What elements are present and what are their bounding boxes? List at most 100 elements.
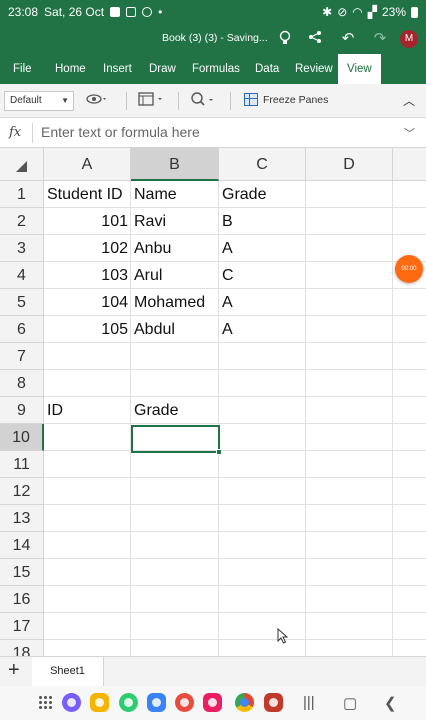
grid-cell[interactable] bbox=[219, 478, 306, 505]
grid-cell[interactable] bbox=[219, 370, 306, 397]
column-header-c[interactable]: C bbox=[219, 148, 306, 181]
cell-b3[interactable]: Anbu bbox=[131, 235, 219, 262]
grid-cell[interactable] bbox=[131, 613, 219, 640]
layout-icon[interactable] bbox=[138, 92, 166, 110]
grid-cell[interactable] bbox=[44, 532, 131, 559]
cell-b5[interactable]: Mohamed bbox=[131, 289, 219, 316]
sheet-tab-sheet1[interactable]: Sheet1 bbox=[32, 657, 104, 686]
row-header-18[interactable]: 18 bbox=[0, 640, 44, 656]
grid-cell[interactable] bbox=[393, 478, 426, 505]
cell-a1[interactable]: Student ID bbox=[44, 181, 131, 208]
eye-icon[interactable] bbox=[86, 92, 108, 110]
row-header-5[interactable]: 5 bbox=[0, 289, 44, 316]
grid-cell[interactable] bbox=[306, 289, 393, 316]
grid-cell[interactable] bbox=[306, 181, 393, 208]
grid-cell[interactable] bbox=[393, 370, 426, 397]
grid-cell[interactable] bbox=[393, 559, 426, 586]
grid-cell[interactable] bbox=[131, 640, 219, 656]
cell-a6[interactable]: 105 bbox=[44, 316, 131, 343]
grid-cell[interactable] bbox=[219, 451, 306, 478]
row-header-3[interactable]: 3 bbox=[0, 235, 44, 262]
folder-app-icon[interactable] bbox=[90, 693, 109, 712]
grid-cell[interactable] bbox=[306, 559, 393, 586]
grid-cell[interactable] bbox=[131, 532, 219, 559]
avatar[interactable]: M bbox=[400, 30, 418, 48]
grid-cell[interactable] bbox=[306, 370, 393, 397]
cell-b1[interactable]: Name bbox=[131, 181, 219, 208]
cell-a4[interactable]: 103 bbox=[44, 262, 131, 289]
grid-cell[interactable] bbox=[393, 640, 426, 656]
document-title[interactable]: Book (3) (3) - Saving... bbox=[162, 32, 268, 44]
grid-cell[interactable] bbox=[306, 235, 393, 262]
cell-c4[interactable]: C bbox=[219, 262, 306, 289]
row-header-13[interactable]: 13 bbox=[0, 505, 44, 532]
grid-cell[interactable] bbox=[44, 505, 131, 532]
grid-cell[interactable] bbox=[393, 289, 426, 316]
camera-app-icon[interactable] bbox=[203, 693, 222, 712]
column-header-a[interactable]: A bbox=[44, 148, 131, 181]
cell-c3[interactable]: A bbox=[219, 235, 306, 262]
grid-cell[interactable] bbox=[44, 370, 131, 397]
grid-cell[interactable] bbox=[306, 316, 393, 343]
grid-cell[interactable] bbox=[306, 451, 393, 478]
cell-b4[interactable]: Arul bbox=[131, 262, 219, 289]
column-header-e[interactable] bbox=[393, 148, 426, 181]
grid-cell[interactable] bbox=[306, 640, 393, 656]
tab-home[interactable]: Home bbox=[55, 54, 86, 84]
tab-formulas[interactable]: Formulas bbox=[192, 54, 240, 84]
cell-b9[interactable]: Grade bbox=[131, 397, 219, 424]
grid-cell[interactable] bbox=[44, 343, 131, 370]
app-icon[interactable] bbox=[62, 693, 81, 712]
cell-c6[interactable]: A bbox=[219, 316, 306, 343]
grid-cell[interactable] bbox=[219, 343, 306, 370]
lightbulb-icon[interactable] bbox=[276, 30, 294, 48]
selected-cell-b10[interactable] bbox=[131, 425, 222, 455]
tab-insert[interactable]: Insert bbox=[103, 54, 132, 84]
grid-cell[interactable] bbox=[306, 262, 393, 289]
grid-cell[interactable] bbox=[131, 370, 219, 397]
undo-icon[interactable]: ↶ bbox=[339, 30, 357, 48]
row-header-9[interactable]: 9 bbox=[0, 397, 44, 424]
grid-cell[interactable] bbox=[393, 451, 426, 478]
grid-cell[interactable] bbox=[44, 559, 131, 586]
grid-cell[interactable] bbox=[219, 505, 306, 532]
row-header-14[interactable]: 14 bbox=[0, 532, 44, 559]
grid-cell[interactable] bbox=[219, 424, 306, 451]
collapse-ribbon-icon[interactable]: ︿ bbox=[403, 92, 415, 109]
grid-cell[interactable] bbox=[131, 478, 219, 505]
grid-cell[interactable] bbox=[306, 343, 393, 370]
grid-cell[interactable] bbox=[393, 316, 426, 343]
row-header-8[interactable]: 8 bbox=[0, 370, 44, 397]
grid-cell[interactable] bbox=[393, 505, 426, 532]
grid-cell[interactable] bbox=[393, 181, 426, 208]
row-header-7[interactable]: 7 bbox=[0, 343, 44, 370]
fill-handle[interactable] bbox=[216, 449, 222, 455]
grid-cell[interactable] bbox=[44, 613, 131, 640]
grid-cell[interactable] bbox=[306, 586, 393, 613]
cell-c5[interactable]: A bbox=[219, 289, 306, 316]
function-icon[interactable]: fx bbox=[9, 125, 21, 140]
tab-file[interactable]: File bbox=[13, 54, 32, 84]
grid-cell[interactable] bbox=[306, 505, 393, 532]
row-header-10[interactable]: 10 bbox=[0, 424, 44, 451]
row-header-15[interactable]: 15 bbox=[0, 559, 44, 586]
grid-cell[interactable] bbox=[306, 532, 393, 559]
cell-a5[interactable]: 104 bbox=[44, 289, 131, 316]
recent-apps-icon[interactable]: ||| bbox=[303, 694, 315, 711]
chevron-down-icon[interactable]: ﹀ bbox=[404, 125, 415, 141]
grid-cell[interactable] bbox=[44, 424, 131, 451]
row-header-2[interactable]: 2 bbox=[0, 208, 44, 235]
grid-cell[interactable] bbox=[131, 505, 219, 532]
add-sheet-button[interactable]: + bbox=[8, 659, 20, 682]
grid-cell[interactable] bbox=[393, 424, 426, 451]
row-header-17[interactable]: 17 bbox=[0, 613, 44, 640]
share-icon[interactable] bbox=[306, 30, 324, 48]
grid-cell[interactable] bbox=[131, 586, 219, 613]
row-header-6[interactable]: 6 bbox=[0, 316, 44, 343]
grid-cell[interactable] bbox=[306, 478, 393, 505]
recording-timer-bubble[interactable]: 00:00 bbox=[395, 255, 423, 283]
cell-c2[interactable]: B bbox=[219, 208, 306, 235]
grid-cell[interactable] bbox=[393, 586, 426, 613]
grid-cell[interactable] bbox=[393, 397, 426, 424]
grid-cell[interactable] bbox=[306, 424, 393, 451]
